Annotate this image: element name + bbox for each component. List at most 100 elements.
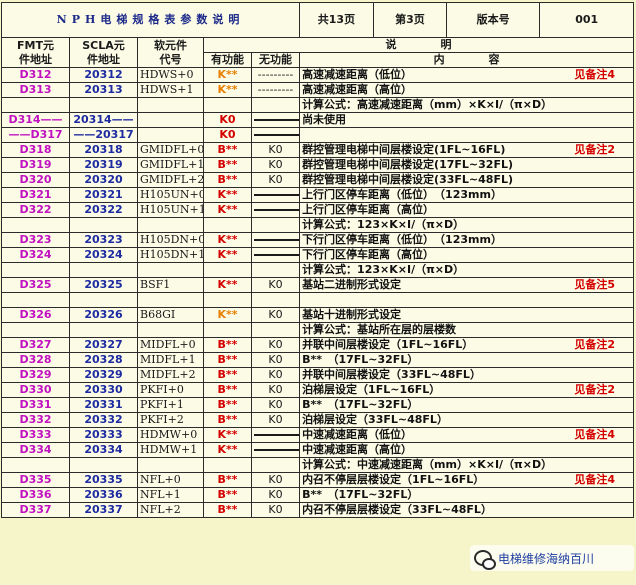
device-code: NFL+1 (137, 487, 204, 503)
table-row (1, 292, 635, 308)
description-text: 高速减速距离（高位） (302, 83, 413, 97)
device-code (137, 322, 204, 338)
header-fmt-line2: 件地址 (19, 52, 52, 66)
valid-value: B** (203, 172, 252, 188)
remark-note: 见备注5 (574, 278, 616, 292)
fmt-address: D332 (1, 412, 70, 428)
header-row-1: FMT元 件地址 SCLA元 件地址 软元件 代号 说 明 (1, 37, 635, 68)
invalid-value: K0 (250, 382, 301, 398)
invalid-value (250, 247, 301, 263)
table-row: D329 20329 MIDFL+2 B** K0 并联中间层楼设定（33FL~48FL） (1, 367, 635, 383)
description: 高速减速距离（高位） (299, 82, 635, 98)
valid-value (203, 292, 252, 308)
description-text: 基站二进制形式设定 (302, 278, 402, 292)
fmt-address: D325 (1, 277, 70, 293)
scla-address: 20322 (69, 202, 138, 218)
version-number: 001 (539, 3, 633, 37)
device-code: NFL+0 (137, 472, 204, 488)
scla-address: 20330 (69, 382, 138, 398)
device-code: GMIDFL+1 (137, 157, 204, 173)
table-row: D337 20337 NFL+2 B** K0 内召不停层层楼设定（33FL~48FL） (1, 502, 635, 518)
scla-address (69, 217, 138, 233)
dash-line (254, 239, 299, 241)
device-code: H105DN+0 (137, 232, 204, 248)
description: B** （17FL~32FL） (299, 352, 635, 368)
invalid-value: K0 (250, 157, 301, 173)
fmt-address: D318 (1, 142, 70, 158)
valid-value: K** (203, 232, 252, 248)
valid-value: K0 (203, 127, 252, 143)
valid-value (203, 97, 252, 113)
valid-value: K** (203, 427, 252, 443)
device-code: PKFI+0 (137, 382, 204, 398)
scla-address: 20324 (69, 247, 138, 263)
invalid-value (250, 112, 301, 128)
wechat-icon (474, 550, 496, 570)
description: 计算公式：基站所在层的层楼数 (299, 322, 635, 338)
table-row: D334 20334 HDMW+1 K** 中速减速距离（高位） (1, 442, 635, 458)
device-code: H105UN+1 (137, 202, 204, 218)
table-row: ——D317 ——20317 K0 (1, 127, 635, 143)
device-code (137, 217, 204, 233)
watermark: 电梯维修海纳百川 (470, 545, 634, 571)
remark-note: 见备注4 (574, 428, 616, 442)
table-row: D325 20325 BSF1 K** K0 基站二进制形式设定 见备注5 (1, 277, 635, 293)
description: 基站二进制形式设定 见备注5 (299, 277, 635, 293)
table-row: D336 20336 NFL+1 B** K0 B** （17FL~32FL） (1, 487, 635, 503)
parameter-table: NPH电梯规格表参数说明 共13页 第3页 版本号 001 FMT元 件地址 S… (0, 2, 635, 518)
fmt-address: D321 (1, 187, 70, 203)
device-code: GMIDFL+0 (137, 142, 204, 158)
scla-address (69, 322, 138, 338)
description: 群控管理电梯中间层楼设定(17FL~32FL) (299, 157, 635, 173)
description: 群控管理电梯中间层楼设定(1FL~16FL) 见备注2 (299, 142, 635, 158)
scla-address: 20318 (69, 142, 138, 158)
description-text: 中速减速距离（高位） (302, 443, 413, 457)
fmt-address: D324 (1, 247, 70, 263)
invalid-value: K0 (250, 367, 301, 383)
description: 下行门区停车距离（高位） (299, 247, 635, 263)
invalid-value: K0 (250, 472, 301, 488)
dash-line (254, 194, 299, 196)
description: 上行门区停车距离（低位） （123mm） (299, 187, 635, 203)
fmt-address: D327 (1, 337, 70, 353)
scla-address (69, 262, 138, 278)
header-fmt-line1: FMT元 (17, 38, 54, 52)
description: B** （17FL~32FL） (299, 397, 635, 413)
description: 高速减速距离（低位） 见备注4 (299, 67, 635, 83)
description-text: 内召不停层层楼设定（33FL~48FL） (302, 503, 492, 517)
description-text: 泊梯层设定（33FL~48FL） (302, 413, 448, 427)
table-row: D326 20326 B68GI K** K0 基站十进制形式设定 (1, 307, 635, 323)
description-text: 计算公式：123×K×I/（π×D） (302, 263, 465, 277)
description: 泊梯层设定（1FL~16FL） 见备注2 (299, 382, 635, 398)
scla-address: 20333 (69, 427, 138, 443)
valid-value: B** (203, 352, 252, 368)
description-text: 泊梯层设定（1FL~16FL） (302, 383, 441, 397)
description: 中速减速距离（低位） 见备注4 (299, 427, 635, 443)
page-title: NPH电梯规格表参数说明 (0, 2, 301, 38)
valid-value (203, 262, 252, 278)
invalid-value: K0 (250, 337, 301, 353)
invalid-value (250, 322, 301, 338)
valid-value: K** (203, 277, 252, 293)
description-text: 尚未使用 (302, 113, 347, 127)
device-code (137, 292, 204, 308)
device-code: PKFI+1 (137, 397, 204, 413)
description-text: 中速减速距离（低位） (302, 428, 413, 442)
scla-address: 20321 (69, 187, 138, 203)
table-row: D318 20318 GMIDFL+0 B** K0 群控管理电梯中间层楼设定(1FL~1… (1, 142, 635, 158)
fmt-address: D312 (1, 67, 70, 83)
description-text: 下行门区停车距离（低位） （123mm） (302, 233, 502, 247)
description: 内召不停层层楼设定（33FL~48FL） (299, 502, 635, 518)
valid-value: B** (203, 397, 252, 413)
scla-address: 20314—— (69, 112, 138, 128)
remark-note: 见备注2 (574, 143, 616, 157)
valid-value (203, 217, 252, 233)
dash-line (254, 209, 299, 211)
scla-address: 20319 (69, 157, 138, 173)
invalid-value: K0 (250, 277, 301, 293)
scla-address: 20331 (69, 397, 138, 413)
valid-value: B** (203, 472, 252, 488)
header-valid: 有功能 (203, 52, 252, 68)
description-text: 群控管理电梯中间层楼设定(1FL~16FL) (302, 143, 506, 157)
description-text: 计算公式：中速减速距离（mm）×K×I/（π×D） (302, 458, 553, 472)
